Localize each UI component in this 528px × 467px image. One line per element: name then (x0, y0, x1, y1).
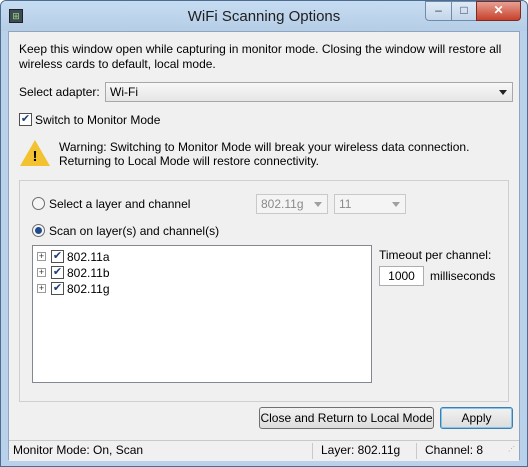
tree-item-label: 802.11a (67, 250, 110, 264)
chevron-down-icon (392, 202, 400, 207)
channel-select-value: 11 (339, 197, 352, 211)
status-mode: Monitor Mode: On, Scan (13, 443, 144, 457)
maximize-button[interactable]: □ (451, 1, 477, 21)
adapter-label: Select adapter: (19, 85, 100, 99)
intro-text: Keep this window open while capturing in… (19, 42, 502, 71)
wifi-scanning-options-window: ⊞ WiFi Scanning Options – □ ✕ Keep this … (0, 0, 528, 467)
adapter-select-value: Wi-Fi (110, 85, 138, 99)
close-button[interactable]: ✕ (476, 1, 521, 21)
scan-layers-channels-label: Scan on layer(s) and channel(s) (49, 224, 220, 238)
select-layer-channel-label: Select a layer and channel (49, 197, 191, 211)
status-bar: Monitor Mode: On, Scan Layer: 802.11g Ch… (9, 440, 519, 461)
status-separator (312, 443, 313, 459)
chevron-down-icon (314, 202, 322, 207)
timeout-input[interactable]: 1000 (379, 266, 424, 286)
layer-select-value: 802.11g (261, 197, 304, 211)
timeout-label: Timeout per channel: (379, 248, 492, 262)
status-separator (416, 443, 417, 459)
warning-exclamation: ! (32, 148, 38, 165)
monitor-mode-checkbox[interactable]: ✔ (19, 113, 32, 126)
monitor-mode-label: Switch to Monitor Mode (35, 113, 161, 127)
title-bar[interactable]: ⊞ WiFi Scanning Options – □ ✕ (1, 1, 527, 31)
tree-item-label: 802.11b (67, 266, 110, 280)
chevron-down-icon (499, 90, 507, 95)
adapter-select[interactable]: Wi-Fi (105, 82, 513, 102)
channel-select[interactable]: 11 (334, 194, 406, 214)
radio-selected-dot (35, 227, 42, 234)
apply-button[interactable]: Apply (440, 407, 513, 429)
tree-checkbox[interactable]: ✔ (51, 282, 64, 295)
expand-plus-icon[interactable]: + (37, 284, 46, 293)
resize-grip-icon[interactable]: ⋰ (508, 446, 517, 457)
warning-text: Warning: Switching to Monitor Mode will … (59, 140, 470, 168)
expand-plus-icon[interactable]: + (37, 268, 46, 277)
select-layer-channel-radio[interactable] (32, 197, 45, 210)
tree-item-label: 802.11g (67, 282, 110, 296)
scan-layers-channels-radio[interactable] (32, 224, 45, 237)
minimize-button[interactable]: – (425, 1, 452, 21)
timeout-unit: milliseconds (430, 269, 496, 283)
status-layer: Layer: 802.11g (321, 443, 401, 457)
tree-checkbox[interactable]: ✔ (51, 250, 64, 263)
close-return-local-button[interactable]: Close and Return to Local Mode (259, 407, 434, 429)
expand-plus-icon[interactable]: + (37, 252, 46, 261)
status-channel: Channel: 8 (425, 443, 484, 457)
tree-checkbox[interactable]: ✔ (51, 266, 64, 279)
layer-channel-tree[interactable]: + ✔ 802.11a + ✔ 802.11b + ✔ 802.11g (32, 245, 372, 383)
layer-select[interactable]: 802.11g (256, 194, 328, 214)
dialog-client-area: Keep this window open while capturing in… (8, 31, 520, 461)
